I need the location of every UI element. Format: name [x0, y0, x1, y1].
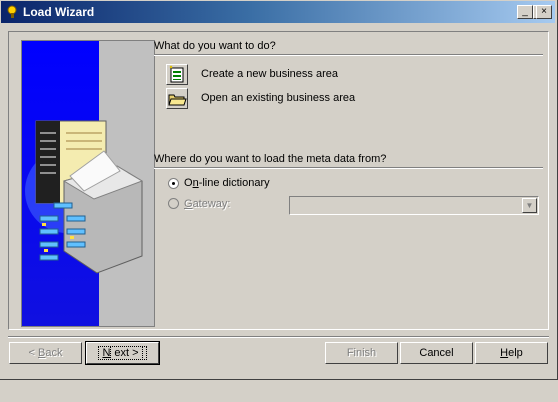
help-button[interactable]: Help [475, 342, 548, 364]
cancel-button[interactable]: Cancel [400, 342, 473, 364]
what-to-do-heading: What do you want to do? [154, 40, 276, 52]
new-business-area-icon [169, 65, 184, 83]
gateway-radio[interactable] [168, 198, 179, 209]
radio-selected-dot [172, 182, 175, 185]
gateway-label: Gateway: [184, 198, 231, 210]
open-business-area-label[interactable]: Open an existing business area [201, 92, 355, 104]
wizard-panel: What do you want to do? Create a new bus… [8, 31, 549, 330]
create-business-area-label[interactable]: Create a new business area [201, 68, 338, 80]
finish-button[interactable]: Finish [325, 342, 398, 364]
next-button[interactable]: Next > [85, 341, 160, 365]
minimize-icon: _ [522, 6, 528, 17]
button-separator [8, 336, 549, 338]
wizard-app-icon [7, 5, 17, 18]
create-business-area-button[interactable] [166, 64, 188, 85]
load-source-heading: Where do you want to load the meta data … [154, 153, 387, 165]
online-dictionary-label[interactable]: On-line dictionary [184, 177, 270, 189]
load-wizard-window: Load Wizard _ □ × [0, 0, 558, 380]
wizard-illustration [21, 40, 155, 327]
section2-separator [154, 167, 543, 169]
online-dictionary-radio[interactable] [168, 178, 179, 189]
database-illustration-icon [25, 120, 144, 274]
section1-separator [154, 54, 543, 56]
gateway-dropdown[interactable]: ▼ [289, 196, 539, 215]
close-icon: × [541, 6, 547, 17]
open-business-area-button[interactable] [166, 88, 188, 109]
back-button[interactable]: < Back [9, 342, 82, 364]
window-title: Load Wizard [23, 5, 95, 19]
close-button[interactable]: × [536, 5, 552, 19]
minimize-button[interactable]: _ [517, 5, 533, 19]
open-folder-icon [168, 94, 187, 106]
title-bar[interactable]: Load Wizard _ □ [1, 1, 555, 23]
chevron-down-icon[interactable]: ▼ [522, 198, 537, 213]
